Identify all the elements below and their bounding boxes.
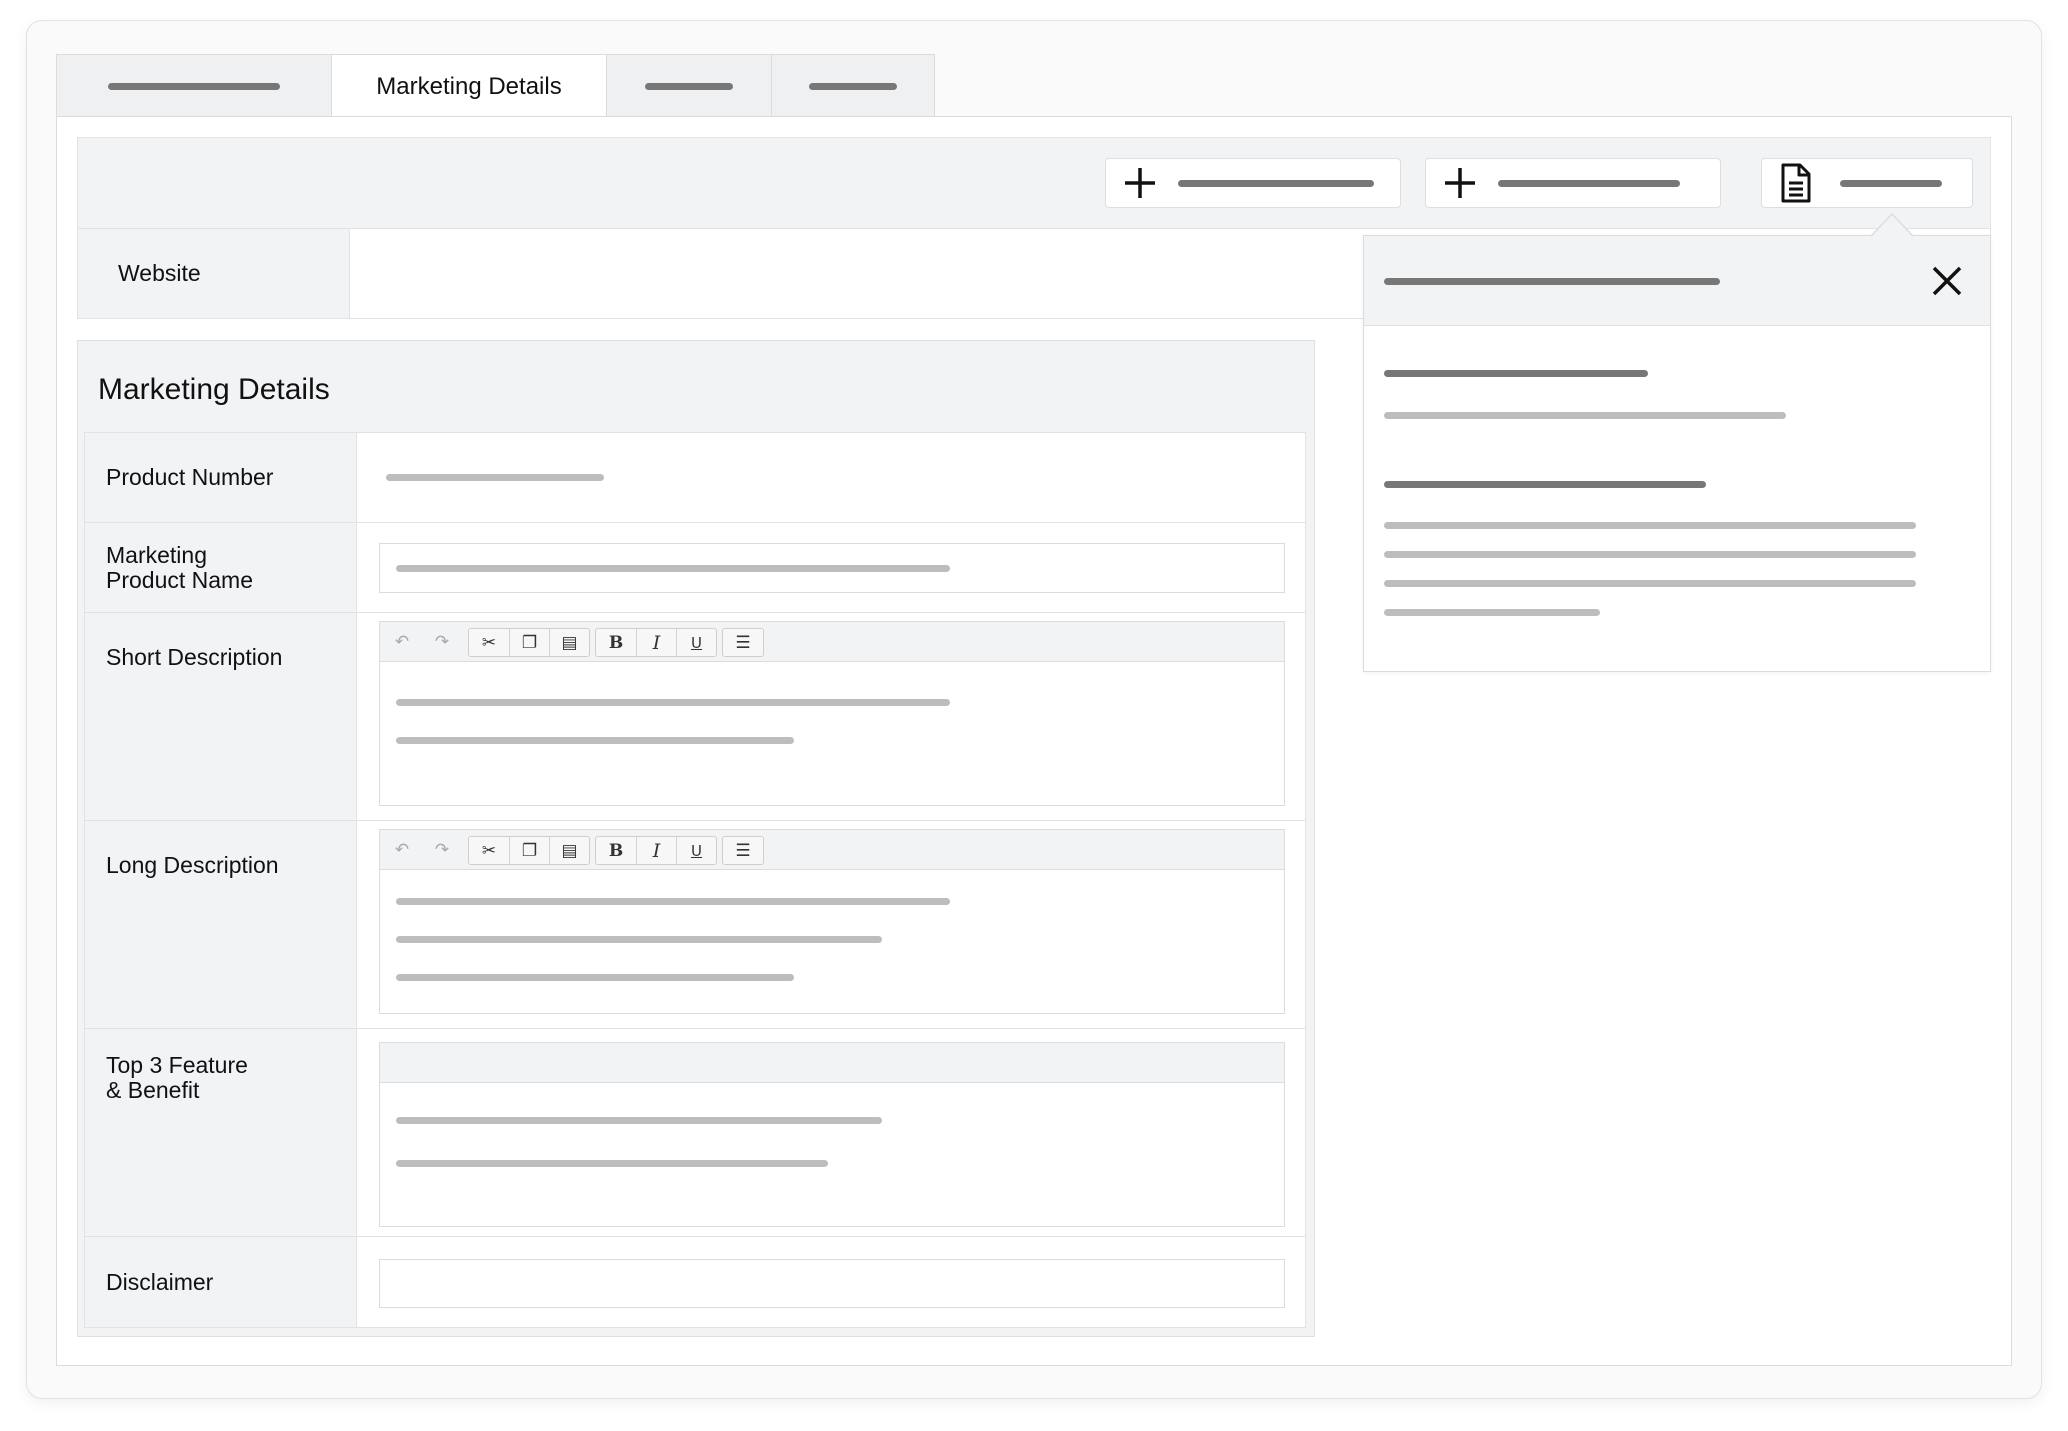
tab-3-placeholder [645,82,733,90]
italic-button[interactable]: I [636,629,676,656]
marketing-product-name-label-line1: Marketing [106,541,207,568]
popover-header [1364,236,1990,326]
website-label: Website [78,229,350,318]
marketing-product-name-row: Marketing Product Name [85,523,1305,613]
document-button-label-placeholder [1840,179,1942,187]
format-group: B I U [595,836,717,865]
tab-3[interactable] [606,54,772,117]
popover-text-placeholder-2 [1384,522,1916,529]
top3-feature-editor[interactable] [379,1042,1285,1227]
underline-button[interactable]: U [676,629,716,656]
long-description-text-placeholder-1 [396,898,950,905]
action-toolbar [77,137,1991,229]
top3-feature-label: Top 3 Feature & Benefit [85,1029,357,1236]
tab-4-placeholder [809,82,897,90]
top3-feature-row: Top 3 Feature & Benefit [85,1029,1305,1237]
short-description-row: Short Description ↶ ↷ ✂ ❐ ▤ B I U ☰ [85,613,1305,821]
redo-icon[interactable]: ↷ [422,628,462,655]
underline-button[interactable]: U [676,837,716,864]
scissors-icon[interactable]: ✂ [469,629,509,656]
product-number-row: Product Number [85,433,1305,523]
bullet-list-icon[interactable]: ☰ [723,837,763,864]
popover-heading-placeholder-1 [1384,370,1648,377]
clipboard-group: ✂ ❐ ▤ [468,836,590,865]
paste-icon[interactable]: ▤ [549,837,589,864]
tab-4[interactable] [771,54,935,117]
product-number-label: Product Number [85,433,357,522]
popover-text-placeholder-4 [1384,580,1916,587]
history-group: ↶ ↷ [382,628,462,657]
marketing-fields-table: Product Number Marketing Product Name Sh… [84,432,1306,1328]
short-description-text-placeholder-1 [396,699,950,706]
undo-icon[interactable]: ↶ [382,628,422,655]
disclaimer-input[interactable] [379,1259,1285,1308]
copy-icon[interactable]: ❐ [509,629,549,656]
marketing-product-name-value-placeholder [396,565,950,572]
section-title: Marketing Details [98,373,330,406]
copy-icon[interactable]: ❐ [509,837,549,864]
popover-text-placeholder-3 [1384,551,1916,558]
long-description-editor[interactable]: ↶ ↷ ✂ ❐ ▤ B I U ☰ [379,829,1285,1014]
popover-arrow-inner [1872,215,1912,236]
bold-button[interactable]: B [596,837,636,864]
list-group: ☰ [722,628,764,657]
bold-button[interactable]: B [596,629,636,656]
popover-title-placeholder [1384,278,1720,285]
add-button-1[interactable] [1105,158,1401,208]
disclaimer-row: Disclaimer [85,1237,1305,1327]
document-icon [1781,163,1811,203]
top3-feature-label-line1: Top 3 Feature [106,1052,248,1078]
document-popover [1363,235,1991,672]
top3-feature-editor-toolbar [380,1043,1284,1083]
marketing-product-name-label-line2: Product Name [106,566,254,593]
italic-button[interactable]: I [636,837,676,864]
document-button[interactable] [1761,158,1973,208]
tab-1-placeholder [108,82,280,90]
top3-feature-text-placeholder-1 [396,1117,882,1124]
tab-marketing-details[interactable]: Marketing Details [331,54,607,118]
short-description-editor[interactable]: ↶ ↷ ✂ ❐ ▤ B I U ☰ [379,621,1285,806]
top3-feature-label-line2: & Benefit [106,1077,200,1103]
short-description-label: Short Description [85,613,357,820]
tab-1[interactable] [56,54,332,117]
format-group: B I U [595,628,717,657]
short-description-text-placeholder-2 [396,737,794,744]
disclaimer-label: Disclaimer [85,1237,357,1327]
long-description-text-placeholder-2 [396,936,882,943]
popover-heading-placeholder-2 [1384,481,1706,488]
long-description-text-placeholder-3 [396,974,794,981]
tab-bar: Marketing Details [56,54,935,118]
clipboard-group: ✂ ❐ ▤ [468,628,590,657]
long-description-editor-toolbar: ↶ ↷ ✂ ❐ ▤ B I U ☰ [380,830,1284,870]
add-button-2[interactable] [1425,158,1721,208]
plus-icon [1445,168,1475,198]
add-button-1-label-placeholder [1178,179,1374,187]
redo-icon[interactable]: ↷ [422,836,462,863]
tab-marketing-details-label: Marketing Details [376,72,562,100]
marketing-product-name-input[interactable] [379,543,1285,593]
list-group: ☰ [722,836,764,865]
marketing-product-name-label: Marketing Product Name [85,523,357,612]
bullet-list-icon[interactable]: ☰ [723,629,763,656]
undo-icon[interactable]: ↶ [382,836,422,863]
long-description-label: Long Description [85,821,357,1028]
product-number-value-placeholder [386,474,604,481]
popover-text-placeholder-1 [1384,412,1786,419]
short-description-editor-toolbar: ↶ ↷ ✂ ❐ ▤ B I U ☰ [380,622,1284,662]
popover-text-placeholder-5 [1384,609,1600,616]
paste-icon[interactable]: ▤ [549,629,589,656]
history-group: ↶ ↷ [382,836,462,865]
scissors-icon[interactable]: ✂ [469,837,509,864]
plus-icon [1125,168,1155,198]
close-icon[interactable] [1930,264,1964,298]
top3-feature-text-placeholder-2 [396,1160,828,1167]
add-button-2-label-placeholder [1498,179,1680,187]
long-description-row: Long Description ↶ ↷ ✂ ❐ ▤ B I U ☰ [85,821,1305,1029]
